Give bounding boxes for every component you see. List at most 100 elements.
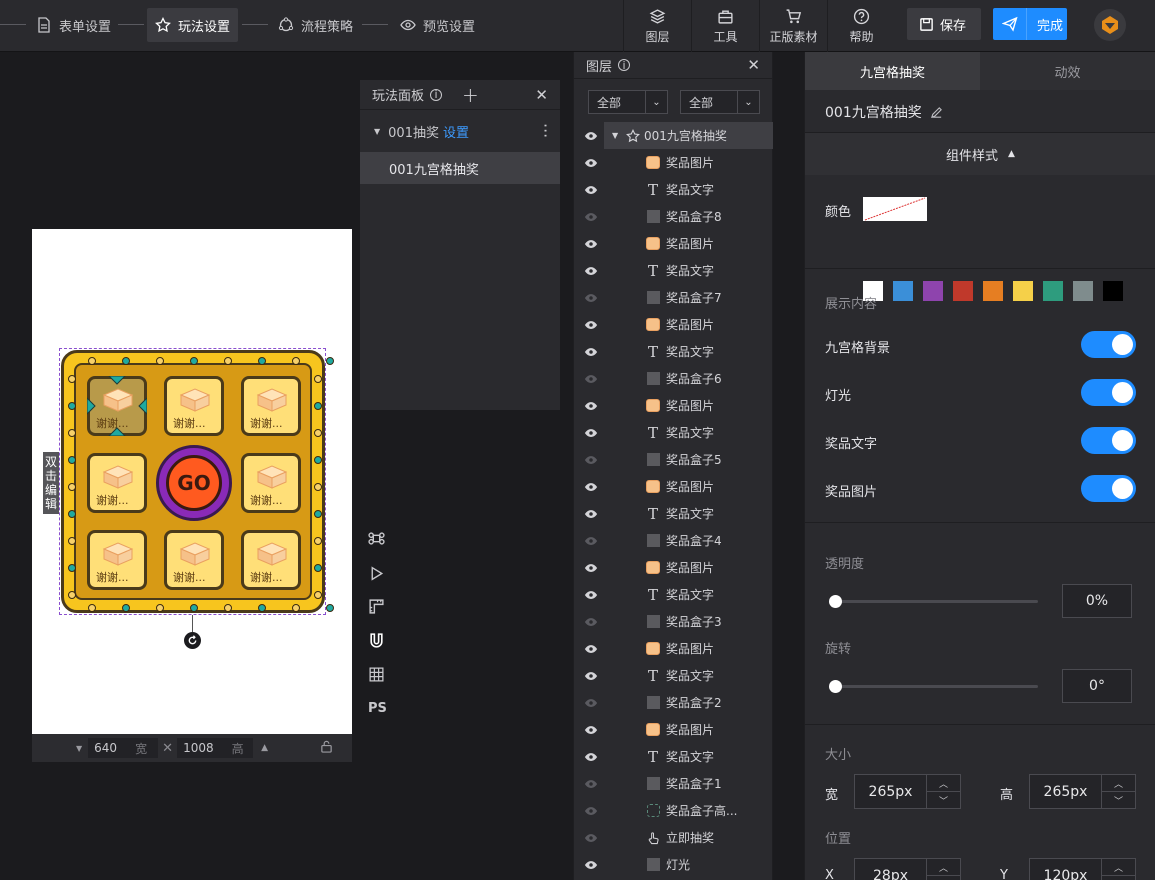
layer-filter-select-1[interactable]: 全部 ⌄ — [588, 90, 668, 114]
eye-icon[interactable] — [584, 237, 598, 251]
play-icon[interactable] — [368, 565, 385, 582]
eye-icon[interactable] — [584, 588, 598, 602]
eye-icon[interactable] — [584, 480, 598, 494]
eye-icon[interactable] — [584, 210, 598, 224]
decrement-icon[interactable]: ﹀ — [927, 791, 960, 808]
rotate-handle[interactable] — [184, 632, 201, 649]
eye-icon[interactable] — [584, 345, 598, 359]
lottery-grid[interactable]: 谢谢... 谢谢... 谢谢... 谢谢... 谢谢... 谢谢... 谢谢... 谢谢...… — [61, 350, 334, 613]
eye-icon[interactable] — [584, 534, 598, 548]
user-avatar[interactable] — [1094, 9, 1126, 41]
layer-row[interactable]: T 奖品文字 — [574, 338, 774, 365]
prize-cell[interactable]: 谢谢... — [164, 530, 224, 590]
increment-icon[interactable]: ︿ — [927, 775, 960, 791]
opacity-slider-thumb[interactable] — [829, 595, 842, 608]
eye-icon[interactable] — [584, 291, 598, 305]
layer-row[interactable]: 奖品盒子7 — [574, 284, 774, 311]
eye-icon[interactable] — [584, 129, 598, 143]
rotate-slider[interactable] — [835, 685, 1038, 688]
prize-cell[interactable]: 谢谢... — [164, 376, 224, 436]
opacity-slider[interactable] — [835, 600, 1038, 603]
decrement-icon[interactable]: ﹀ — [1102, 791, 1135, 808]
tab-animation[interactable]: 动效 — [980, 52, 1155, 90]
caret-up-icon[interactable]: ▲ — [261, 743, 268, 753]
color-swatch[interactable] — [1073, 281, 1093, 301]
prize-cell[interactable]: 谢谢... — [241, 376, 301, 436]
lock-icon[interactable] — [320, 740, 333, 756]
eye-icon[interactable] — [584, 777, 598, 791]
info-icon[interactable]: i — [430, 88, 443, 101]
decrement-icon[interactable]: ﹀ — [1102, 875, 1135, 880]
toggle-switch[interactable] — [1081, 427, 1136, 454]
prize-cell[interactable]: 谢谢... — [241, 530, 301, 590]
eye-icon[interactable] — [584, 642, 598, 656]
layer-row[interactable]: 奖品盒子高... — [574, 797, 774, 824]
layer-filter-select-2[interactable]: 全部 ⌄ — [680, 90, 760, 114]
licensed-assets-tool[interactable]: 正版素材 — [759, 0, 827, 52]
more-icon[interactable]: ··· — [536, 123, 555, 138]
component-name-row[interactable]: 001九宫格抽奖 — [825, 102, 943, 122]
layers-tool[interactable]: 图层 — [623, 0, 691, 52]
play-item-row[interactable]: 001九宫格抽奖 — [360, 152, 560, 184]
eye-icon[interactable] — [584, 804, 598, 818]
layer-row[interactable]: 奖品盒子6 — [574, 365, 774, 392]
prize-cell[interactable]: 谢谢... — [241, 453, 301, 513]
layer-row[interactable]: 奖品图片 — [574, 230, 774, 257]
layer-row[interactable]: 奖品图片 — [574, 473, 774, 500]
expand-caret-icon[interactable]: ▼ — [612, 131, 618, 140]
rotate-value[interactable]: 0° — [1062, 669, 1132, 703]
height-field[interactable]: 265px ︿ ﹀ — [1029, 774, 1136, 809]
done-button[interactable]: 完成 — [993, 8, 1067, 40]
close-icon[interactable]: ✕ — [747, 56, 760, 74]
decrement-icon[interactable]: ﹀ — [927, 875, 960, 880]
save-button[interactable]: 保存 — [907, 8, 981, 40]
layer-row[interactable]: 奖品盒子8 — [574, 203, 774, 230]
eye-icon[interactable] — [584, 156, 598, 170]
prize-cell[interactable]: 谢谢... — [87, 453, 147, 513]
eye-icon[interactable] — [584, 264, 598, 278]
toggle-switch[interactable] — [1081, 379, 1136, 406]
y-field[interactable]: 120px ︿﹀ — [1029, 858, 1136, 880]
expand-caret-icon[interactable]: ▼ — [374, 127, 380, 136]
close-icon[interactable]: ✕ — [535, 86, 548, 104]
eye-icon[interactable] — [584, 723, 598, 737]
step-form-settings[interactable]: 表单设置 — [28, 8, 119, 42]
toggle-switch[interactable] — [1081, 475, 1136, 502]
plus-icon[interactable]: + — [462, 83, 479, 107]
rotate-slider-thumb[interactable] — [829, 680, 842, 693]
magnet-icon[interactable] — [368, 632, 385, 649]
eye-icon[interactable] — [584, 615, 598, 629]
layer-row[interactable]: 奖品图片 — [574, 311, 774, 338]
layer-row[interactable]: T 奖品文字 — [574, 662, 774, 689]
increment-icon[interactable]: ︿ — [927, 859, 960, 875]
play-group-row[interactable]: ▼ 001抽奖 设置 ··· — [360, 110, 560, 152]
prize-cell[interactable]: 谢谢... — [87, 530, 147, 590]
eye-icon[interactable] — [584, 372, 598, 386]
increment-icon[interactable]: ︿ — [1102, 775, 1135, 791]
double-click-edit-hint[interactable]: 双击编辑 — [43, 452, 59, 514]
eye-icon[interactable] — [584, 507, 598, 521]
layer-row[interactable]: T 奖品文字 — [574, 500, 774, 527]
layer-row[interactable]: T 奖品文字 — [574, 176, 774, 203]
layer-row[interactable]: T 奖品文字 — [574, 581, 774, 608]
x-field[interactable]: 28px ︿﹀ — [854, 858, 961, 880]
eye-icon[interactable] — [584, 669, 598, 683]
color-swatch[interactable] — [983, 281, 1003, 301]
toolbox-tool[interactable]: 工具 — [691, 0, 759, 52]
increment-icon[interactable]: ︿ — [1102, 859, 1135, 875]
eye-icon[interactable] — [584, 183, 598, 197]
eye-icon[interactable] — [584, 399, 598, 413]
info-icon[interactable]: i — [618, 59, 631, 72]
layer-row[interactable]: 奖品盒子4 — [574, 527, 774, 554]
ps-icon[interactable]: PS — [368, 701, 387, 716]
layer-row[interactable]: 奖品图片 — [574, 392, 774, 419]
eye-icon[interactable] — [584, 426, 598, 440]
eye-icon[interactable] — [584, 453, 598, 467]
command-icon[interactable] — [368, 530, 385, 547]
color-swatch[interactable] — [1103, 281, 1123, 301]
eye-icon[interactable] — [584, 858, 598, 872]
layer-row[interactable]: 奖品图片 — [574, 635, 774, 662]
layer-row[interactable]: 奖品盒子2 — [574, 689, 774, 716]
color-swatch[interactable] — [923, 281, 943, 301]
layer-row[interactable]: 立即抽奖 — [574, 824, 774, 851]
